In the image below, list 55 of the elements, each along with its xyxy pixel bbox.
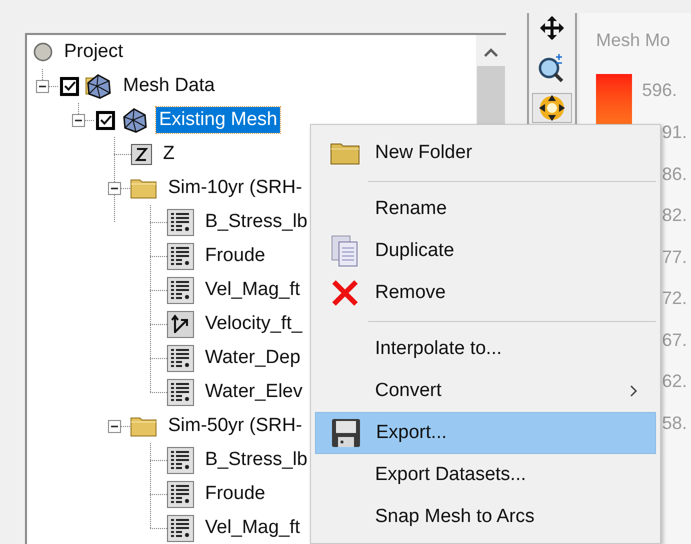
check-icon bbox=[100, 115, 112, 125]
menu-item[interactable]: Remove bbox=[315, 272, 656, 314]
tree-item[interactable]: B_Stress_lb bbox=[202, 209, 310, 235]
tree-item[interactable]: Sim-10yr (SRH- bbox=[165, 175, 306, 201]
menu-item[interactable]: Convert bbox=[315, 370, 656, 412]
tree-item[interactable]: B_Stress_lb bbox=[202, 447, 310, 473]
tree-item[interactable]: Z bbox=[160, 141, 178, 167]
legend-label: 82. bbox=[662, 204, 688, 227]
menu-item[interactable]: Snap Mesh to Arcs bbox=[315, 496, 656, 538]
tree-item[interactable]: Sim-50yr (SRH- bbox=[165, 413, 306, 439]
checkbox[interactable] bbox=[60, 76, 79, 96]
folder-icon bbox=[130, 415, 157, 437]
tree-item[interactable]: Froude bbox=[202, 243, 268, 269]
legend-label: 67. bbox=[662, 328, 688, 352]
tree-item[interactable]: Vel_Mag_ft bbox=[202, 515, 304, 541]
folder-icon bbox=[330, 141, 360, 165]
close-icon bbox=[331, 279, 359, 307]
tree-item[interactable]: Velocity_ft_ bbox=[202, 311, 306, 337]
tree-item[interactable]: Project bbox=[61, 39, 126, 65]
checkbox[interactable] bbox=[96, 110, 115, 130]
duplicate-icon bbox=[330, 234, 360, 268]
menu-item[interactable]: Interpolate to... bbox=[315, 328, 656, 370]
expander[interactable] bbox=[108, 420, 121, 432]
legend-label: 86. bbox=[662, 162, 688, 186]
rotate-icon bbox=[539, 95, 565, 121]
menu-item[interactable]: Rename bbox=[315, 188, 656, 230]
mesh-folder-icon bbox=[85, 73, 112, 99]
legend-label: 62. bbox=[662, 370, 688, 393]
legend-label: 77. bbox=[662, 246, 688, 268]
legend-label: 58. bbox=[662, 412, 688, 434]
tree-item[interactable]: Froude bbox=[202, 481, 268, 507]
menu-item[interactable]: Export Datasets... bbox=[315, 454, 656, 496]
expander[interactable] bbox=[72, 114, 85, 126]
z-box-icon bbox=[131, 144, 152, 164]
check-icon bbox=[64, 81, 76, 91]
mesh-icon bbox=[121, 107, 148, 133]
tree-item[interactable]: Vel_Mag_ft bbox=[202, 277, 304, 303]
tree-item[interactable]: Water_Elev bbox=[202, 379, 306, 405]
legend-label: 72. bbox=[662, 287, 688, 310]
tree-item[interactable]: Existing Mesh bbox=[156, 107, 280, 133]
scroll-up-icon[interactable] bbox=[484, 48, 498, 57]
move-icon bbox=[539, 15, 565, 41]
expander[interactable] bbox=[108, 182, 121, 194]
menu-item[interactable]: Duplicate bbox=[315, 230, 656, 272]
expander[interactable] bbox=[36, 80, 49, 92]
menu-item[interactable]: New Folder bbox=[315, 132, 656, 174]
tree-item[interactable]: Mesh Data bbox=[120, 73, 218, 99]
folder-icon bbox=[130, 177, 157, 199]
menu-item[interactable]: Export... bbox=[315, 412, 656, 454]
tree-item[interactable]: Water_Dep bbox=[202, 345, 304, 371]
legend-label: 596. bbox=[642, 79, 678, 102]
tool-button[interactable] bbox=[532, 93, 572, 123]
circle-icon bbox=[33, 42, 53, 62]
legend-title: Mesh Mo bbox=[596, 29, 670, 52]
legend-label: 91. bbox=[662, 121, 688, 144]
